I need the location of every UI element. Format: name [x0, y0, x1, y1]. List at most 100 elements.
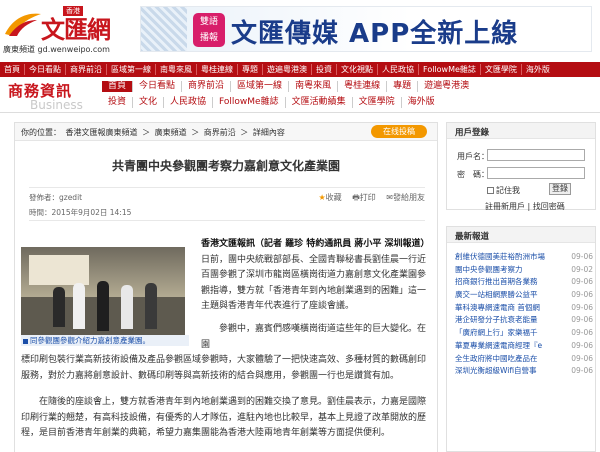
sec-item-region[interactable]: 區域第一線 [231, 81, 290, 92]
article-meta: 發佈者：gzedit 時間：2015年9月02日 14:15 ★收藏 🖶打印 ✉… [29, 187, 425, 221]
sec-item-guangxi[interactable]: 粵桂連線 [338, 81, 388, 92]
site-logo[interactable]: 香港 文匯網 廣東頻道 gd.wenweipo.com [3, 4, 113, 56]
article-lead-byline: 香港文匯報訊（記者 羅珍 特約通訊員 蔣小平 深圳報道） [201, 239, 430, 249]
breadcrumb-link-site[interactable]: 香港文匯報廣東頻道 [66, 128, 138, 137]
breadcrumb-separator: ＞ [142, 128, 151, 137]
nav-item-guangxi[interactable]: 粵桂連線 [197, 64, 238, 75]
list-item[interactable]: 團中央參觀團考察力 09-02 [455, 264, 593, 277]
sec-item-academy[interactable]: 文匯學院 [353, 97, 402, 108]
breadcrumb-link-channel[interactable]: 廣東頻道 [155, 128, 187, 137]
sec-item-events[interactable]: 文匯活動績集 [286, 97, 353, 108]
list-item[interactable]: 廣交一站相網票勝公益平 09-06 [455, 289, 593, 302]
news-title[interactable]: 團中央參觀團考察力 [455, 264, 567, 277]
article-paragraph-3: 在隨後的座談會上，雙方就香港青年到內地創業遇到的困難交換了意見。劉佳晨表示，力嘉… [21, 397, 427, 438]
news-title[interactable]: 「廣府網上行」家樂福千 [455, 327, 567, 340]
nav-item-business[interactable]: 商界前沿 [66, 64, 107, 75]
latest-news-title: 最新報道 [447, 227, 595, 243]
password-input[interactable] [487, 167, 585, 179]
list-item[interactable]: 港企研發分子抗衰老能量 09-06 [455, 314, 593, 327]
photo-person [73, 283, 85, 329]
sec-item-topics[interactable]: 專題 [387, 81, 419, 92]
news-date: 09-06 [571, 315, 593, 325]
remember-checkbox[interactable] [487, 187, 494, 194]
news-title[interactable]: 全生政府將中國吃產品在 [455, 353, 567, 366]
banner-badge-line1: 雙語 [199, 17, 218, 27]
username-input[interactable] [487, 149, 585, 161]
list-item[interactable]: 全生政府將中國吃產品在 09-06 [455, 353, 593, 366]
sec-item-home[interactable]: 首頁 [102, 81, 134, 92]
share-friend-link[interactable]: ✉發給朋友 [386, 193, 425, 202]
photo-person [53, 287, 65, 327]
breadcrumb-bar: 你的位置： 香港文匯報廣東頻道 ＞ 廣東頻道 ＞ 商界前沿 ＞ 詳細內容 在线投… [15, 123, 437, 141]
mail-icon: ✉ [386, 193, 393, 202]
favorite-link[interactable]: ★收藏 [318, 193, 341, 202]
password-row: 密 碼： [457, 167, 585, 180]
list-item[interactable]: 創維伏德國美莊裕酌洲市場 09-06 [455, 251, 593, 264]
sec-item-south[interactable]: 南粵來風 [289, 81, 339, 92]
username-label: 用戶名： [457, 152, 489, 161]
article-paragraph-2a: 參觀中，嘉賓們感嘆橫崗街道這些年的巨大變化。在園 [201, 324, 427, 350]
breadcrumb: 你的位置： 香港文匯報廣東頻道 ＞ 廣東頻道 ＞ 商界前沿 ＞ 詳細內容 [21, 127, 287, 138]
breadcrumb-prefix: 你的位置： [21, 128, 61, 137]
nav-item-culture[interactable]: 文化視點 [337, 64, 378, 75]
article-paragraph-2b: 標印刷包裝行業高新技術設備及產品參觀區域參觀時，大家體驗了一把快速高效、多種材質… [21, 355, 427, 381]
news-date: 09-06 [571, 290, 593, 300]
sec-item-business[interactable]: 商界前沿 [182, 81, 232, 92]
login-button[interactable]: 登錄 [549, 183, 571, 195]
username-row: 用戶名： [457, 149, 585, 162]
nav-item-followme[interactable]: FollowMe雜誌 [419, 64, 481, 75]
sec-item-followme[interactable]: FollowMe雜誌 [213, 97, 286, 108]
app-promo-banner[interactable]: 雙語 播報 文匯傳媒 APP全新上線 [140, 6, 592, 52]
photo-person [145, 283, 157, 329]
list-item[interactable]: 「廣府網上行」家樂福千 09-06 [455, 327, 593, 340]
sec-item-cppcc[interactable]: 人民政協 [164, 97, 214, 108]
nav-item-overseas[interactable]: 海外版 [522, 64, 554, 75]
sec-item-culture[interactable]: 文化 [133, 97, 165, 108]
sec-item-today[interactable]: 今日看點 [133, 81, 183, 92]
nav-item-topics[interactable]: 專題 [238, 64, 263, 75]
banner-pattern [141, 7, 187, 51]
register-links[interactable]: 註冊新用戶 | 找回密碼 [485, 201, 565, 212]
nav-item-today[interactable]: 今日看點 [25, 64, 66, 75]
news-title[interactable]: 招商銀行推出首期各業務 [455, 276, 567, 289]
sec-item-invest[interactable]: 投資 [102, 97, 134, 108]
list-item[interactable]: 深圳光衡超級Wifi自營事 09-06 [455, 365, 593, 378]
breadcrumb-current: 詳細內容 [252, 128, 285, 137]
list-item[interactable]: 招商銀行推出首期各業務 09-06 [455, 276, 593, 289]
sec-item-overseas[interactable]: 海外版 [402, 97, 441, 108]
password-label: 密 碼： [457, 170, 489, 179]
news-date: 09-06 [571, 328, 593, 338]
nav-item-travel[interactable]: 遊遍粵港澳 [263, 64, 312, 75]
nav-item-cppcc[interactable]: 人民政協 [378, 64, 419, 75]
nav-item-academy[interactable]: 文匯學院 [481, 64, 522, 75]
article-panel: 你的位置： 香港文匯報廣東頻道 ＞ 廣東頻道 ＞ 商界前沿 ＞ 詳細內容 在线投… [14, 122, 438, 452]
article-actions: ★收藏 🖶打印 ✉發給朋友 [310, 192, 425, 206]
news-title[interactable]: 廣交一站相網票勝公益平 [455, 289, 567, 302]
breadcrumb-link-section[interactable]: 商界前沿 [204, 128, 236, 137]
article-title: 共青團中央參觀團考察力嘉創意文化產業園 [111, 159, 340, 173]
nav-item-home[interactable]: 首頁 [0, 64, 25, 75]
list-item[interactable]: 華科澳專網速電商 首個網 09-06 [455, 302, 593, 315]
main-nav: 首頁 今日看點 商界前沿 區域第一線 南粵來風 粵桂連線 專題 遊遍粵港澳 投資… [0, 62, 600, 77]
logo-swoosh-icon [5, 13, 41, 36]
banner-headline: 文匯傳媒 APP全新上線 [231, 19, 519, 49]
news-title[interactable]: 港企研發分子抗衰老能量 [455, 314, 567, 327]
sec-item-travel[interactable]: 遊遍粵港澳 [418, 81, 475, 92]
news-date: 09-06 [571, 340, 593, 350]
nav-item-region[interactable]: 區域第一線 [107, 64, 156, 75]
list-item[interactable]: 華夏專業網速電商經理『e 09-06 [455, 340, 593, 353]
news-title[interactable]: 創維伏德國美莊裕酌洲市場 [455, 251, 567, 264]
banner-badge-line2: 播報 [199, 33, 218, 43]
news-date: 09-06 [571, 353, 593, 363]
submit-article-button[interactable]: 在线投稿 [371, 125, 427, 138]
site-header: 香港 文匯網 廣東頻道 gd.wenweipo.com 雙語 播報 文匯傳媒 A… [0, 0, 600, 62]
remember-me[interactable]: 記住我 [487, 185, 520, 196]
print-link[interactable]: 🖶打印 [352, 193, 376, 202]
news-title[interactable]: 華科澳專網速電商 首個網 [455, 302, 567, 315]
news-title[interactable]: 深圳光衡超級Wifi自營事 [455, 365, 567, 378]
nav-item-invest[interactable]: 投資 [312, 64, 337, 75]
nav-item-south[interactable]: 南粵來風 [156, 64, 197, 75]
news-title[interactable]: 華夏專業網速電商經理『e [455, 340, 567, 353]
article-lead-text: 日前，團中央統戰部部長、全國青聯秘書長劉佳晨一行近百團參觀了深圳市龍崗區橫崗街道… [201, 254, 427, 312]
photo-person [97, 281, 109, 331]
